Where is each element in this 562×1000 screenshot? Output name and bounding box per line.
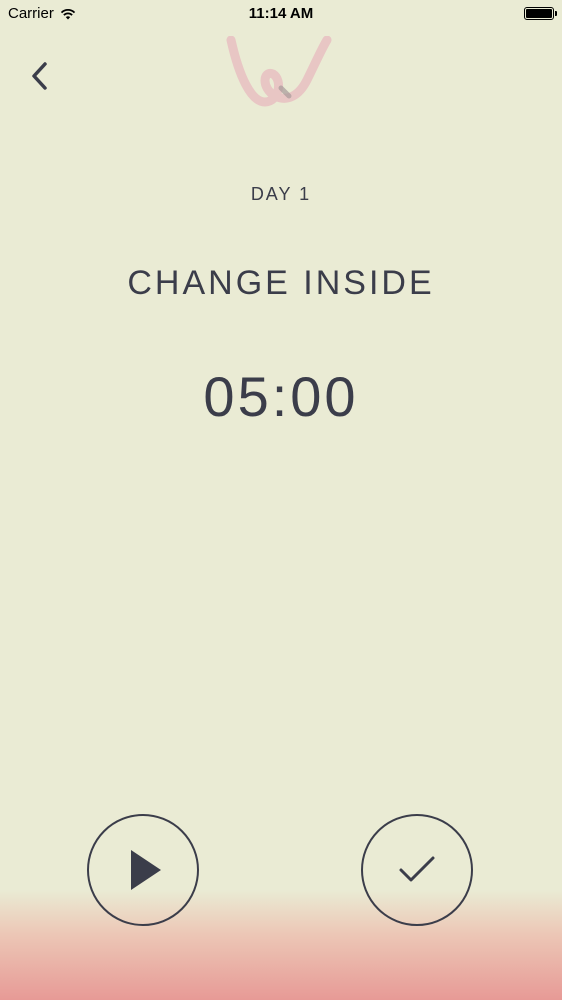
timer-display: 05:00 <box>203 365 359 428</box>
exercise-title: CHANGE INSIDE <box>127 264 435 302</box>
day-label: DAY 1 <box>250 184 312 204</box>
bottom-gradient <box>0 890 562 1000</box>
play-icon <box>131 850 161 890</box>
checkmark-icon <box>399 856 435 882</box>
play-button[interactable] <box>87 814 199 926</box>
back-button[interactable] <box>20 56 60 96</box>
chevron-left-icon <box>32 62 47 90</box>
status-time: 11:14 AM <box>248 5 314 22</box>
status-bar: Carrier 11:14 AM <box>0 0 562 28</box>
w-logo-icon <box>226 36 332 107</box>
done-button[interactable] <box>361 814 473 926</box>
battery-fill <box>526 9 552 18</box>
battery-icon <box>524 7 557 20</box>
